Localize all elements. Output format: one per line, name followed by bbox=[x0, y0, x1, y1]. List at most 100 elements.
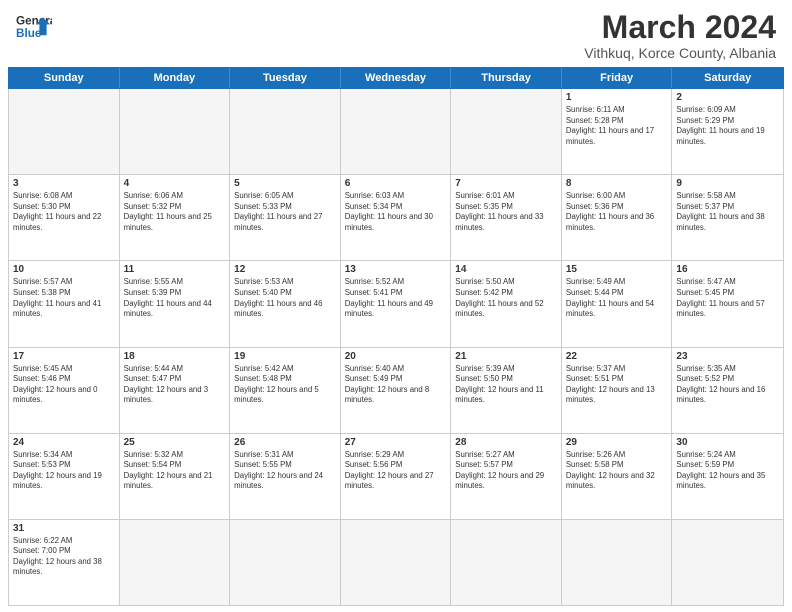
cell-w6-d4 bbox=[451, 520, 562, 605]
calendar: Sunday Monday Tuesday Wednesday Thursday… bbox=[0, 67, 792, 612]
day-info: Sunrise: 5:58 AMSunset: 5:37 PMDaylight:… bbox=[676, 191, 779, 233]
cell-w3-d0: 10Sunrise: 5:57 AMSunset: 5:38 PMDayligh… bbox=[9, 261, 120, 346]
cell-w4-d5: 22Sunrise: 5:37 AMSunset: 5:51 PMDayligh… bbox=[562, 348, 673, 433]
day-number: 22 bbox=[566, 351, 668, 362]
day-info: Sunrise: 5:49 AMSunset: 5:44 PMDaylight:… bbox=[566, 277, 668, 319]
cell-w1-d0 bbox=[9, 89, 120, 174]
day-info: Sunrise: 5:26 AMSunset: 5:58 PMDaylight:… bbox=[566, 450, 668, 492]
cell-w1-d2 bbox=[230, 89, 341, 174]
day-number: 19 bbox=[234, 351, 336, 362]
header-saturday: Saturday bbox=[672, 68, 783, 88]
day-info: Sunrise: 5:42 AMSunset: 5:48 PMDaylight:… bbox=[234, 364, 336, 406]
cell-w6-d5 bbox=[562, 520, 673, 605]
day-number: 10 bbox=[13, 264, 115, 275]
day-info: Sunrise: 6:11 AMSunset: 5:28 PMDaylight:… bbox=[566, 105, 668, 147]
cell-w1-d6: 2 Sunrise: 6:09 AMSunset: 5:29 PMDaylight… bbox=[672, 89, 783, 174]
day-number: 27 bbox=[345, 437, 447, 448]
cell-w6-d0: 31 Sunrise: 6:22 AMSunset: 7:00 PMDayligh… bbox=[9, 520, 120, 605]
day-info: Sunrise: 5:44 AMSunset: 5:47 PMDaylight:… bbox=[124, 364, 226, 406]
cell-w6-d3 bbox=[341, 520, 452, 605]
day-info: Sunrise: 6:06 AMSunset: 5:32 PMDaylight:… bbox=[124, 191, 226, 233]
week-row-4: 17 Sunrise: 5:45 AMSunset: 5:46 PMDayligh… bbox=[9, 348, 783, 434]
cell-w4-d4: 21 Sunrise: 5:39 AMSunset: 5:50 PMDayligh… bbox=[451, 348, 562, 433]
week-row-6: 31 Sunrise: 6:22 AMSunset: 7:00 PMDayligh… bbox=[9, 520, 783, 605]
day-info: Sunrise: 5:47 AMSunset: 5:45 PMDaylight:… bbox=[676, 277, 779, 319]
day-number: 14 bbox=[455, 264, 557, 275]
day-number: 1 bbox=[566, 92, 668, 103]
day-info: Sunrise: 6:22 AMSunset: 7:00 PMDaylight:… bbox=[13, 536, 115, 578]
day-number: 21 bbox=[455, 351, 557, 362]
title-block: March 2024 Vithkuq, Korce County, Albani… bbox=[584, 10, 776, 61]
calendar-body: 1 Sunrise: 6:11 AMSunset: 5:28 PMDaylight… bbox=[8, 89, 784, 606]
day-number: 31 bbox=[13, 523, 115, 534]
day-info: Sunrise: 5:55 AMSunset: 5:39 PMDaylight:… bbox=[124, 277, 226, 319]
cell-w1-d4 bbox=[451, 89, 562, 174]
day-number: 26 bbox=[234, 437, 336, 448]
cell-w2-d2: 5 Sunrise: 6:05 AMSunset: 5:33 PMDaylight… bbox=[230, 175, 341, 260]
cell-w5-d3: 27Sunrise: 5:29 AMSunset: 5:56 PMDayligh… bbox=[341, 434, 452, 519]
cell-w4-d2: 19 Sunrise: 5:42 AMSunset: 5:48 PMDayligh… bbox=[230, 348, 341, 433]
day-number: 8 bbox=[566, 178, 668, 189]
cell-w6-d2 bbox=[230, 520, 341, 605]
logo: General Blue bbox=[16, 10, 52, 46]
cell-w1-d3 bbox=[341, 89, 452, 174]
day-info: Sunrise: 5:27 AMSunset: 5:57 PMDaylight:… bbox=[455, 450, 557, 492]
day-number: 18 bbox=[124, 351, 226, 362]
day-number: 17 bbox=[13, 351, 115, 362]
day-info: Sunrise: 5:39 AMSunset: 5:50 PMDaylight:… bbox=[455, 364, 557, 406]
day-number: 13 bbox=[345, 264, 447, 275]
header: General Blue March 2024 Vithkuq, Korce C… bbox=[0, 0, 792, 67]
day-info: Sunrise: 6:05 AMSunset: 5:33 PMDaylight:… bbox=[234, 191, 336, 233]
day-number: 20 bbox=[345, 351, 447, 362]
cell-w3-d6: 16Sunrise: 5:47 AMSunset: 5:45 PMDayligh… bbox=[672, 261, 783, 346]
header-tuesday: Tuesday bbox=[230, 68, 341, 88]
cell-w3-d5: 15Sunrise: 5:49 AMSunset: 5:44 PMDayligh… bbox=[562, 261, 673, 346]
day-info: Sunrise: 5:35 AMSunset: 5:52 PMDaylight:… bbox=[676, 364, 779, 406]
month-title: March 2024 bbox=[584, 10, 776, 45]
cell-w5-d4: 28 Sunrise: 5:27 AMSunset: 5:57 PMDayligh… bbox=[451, 434, 562, 519]
header-sunday: Sunday bbox=[9, 68, 120, 88]
day-info: Sunrise: 5:40 AMSunset: 5:49 PMDaylight:… bbox=[345, 364, 447, 406]
svg-text:Blue: Blue bbox=[16, 27, 42, 40]
page: General Blue March 2024 Vithkuq, Korce C… bbox=[0, 0, 792, 612]
header-wednesday: Wednesday bbox=[341, 68, 452, 88]
day-info: Sunrise: 6:00 AMSunset: 5:36 PMDaylight:… bbox=[566, 191, 668, 233]
day-number: 25 bbox=[124, 437, 226, 448]
day-number: 23 bbox=[676, 351, 779, 362]
day-number: 2 bbox=[676, 92, 779, 103]
day-number: 5 bbox=[234, 178, 336, 189]
cell-w1-d1 bbox=[120, 89, 231, 174]
cell-w3-d1: 11Sunrise: 5:55 AMSunset: 5:39 PMDayligh… bbox=[120, 261, 231, 346]
cell-w4-d6: 23 Sunrise: 5:35 AMSunset: 5:52 PMDayligh… bbox=[672, 348, 783, 433]
day-number: 6 bbox=[345, 178, 447, 189]
day-number: 28 bbox=[455, 437, 557, 448]
day-info: Sunrise: 6:09 AMSunset: 5:29 PMDaylight:… bbox=[676, 105, 779, 147]
cell-w4-d3: 20 Sunrise: 5:40 AMSunset: 5:49 PMDayligh… bbox=[341, 348, 452, 433]
cell-w2-d4: 7 Sunrise: 6:01 AMSunset: 5:35 PMDaylight… bbox=[451, 175, 562, 260]
cell-w2-d1: 4Sunrise: 6:06 AMSunset: 5:32 PMDaylight… bbox=[120, 175, 231, 260]
day-number: 7 bbox=[455, 178, 557, 189]
cell-w5-d2: 26 Sunrise: 5:31 AMSunset: 5:55 PMDayligh… bbox=[230, 434, 341, 519]
day-info: Sunrise: 5:45 AMSunset: 5:46 PMDaylight:… bbox=[13, 364, 115, 406]
cell-w5-d6: 30Sunrise: 5:24 AMSunset: 5:59 PMDayligh… bbox=[672, 434, 783, 519]
day-info: Sunrise: 5:53 AMSunset: 5:40 PMDaylight:… bbox=[234, 277, 336, 319]
generalblue-logo-icon: General Blue bbox=[16, 10, 52, 46]
day-info: Sunrise: 5:31 AMSunset: 5:55 PMDaylight:… bbox=[234, 450, 336, 492]
cell-w4-d0: 17 Sunrise: 5:45 AMSunset: 5:46 PMDayligh… bbox=[9, 348, 120, 433]
day-info: Sunrise: 6:03 AMSunset: 5:34 PMDaylight:… bbox=[345, 191, 447, 233]
day-info: Sunrise: 5:52 AMSunset: 5:41 PMDaylight:… bbox=[345, 277, 447, 319]
week-row-2: 3Sunrise: 6:08 AMSunset: 5:30 PMDaylight… bbox=[9, 175, 783, 261]
cell-w3-d3: 13 Sunrise: 5:52 AMSunset: 5:41 PMDayligh… bbox=[341, 261, 452, 346]
day-info: Sunrise: 5:50 AMSunset: 5:42 PMDaylight:… bbox=[455, 277, 557, 319]
location-subtitle: Vithkuq, Korce County, Albania bbox=[584, 45, 776, 61]
cell-w5-d1: 25Sunrise: 5:32 AMSunset: 5:54 PMDayligh… bbox=[120, 434, 231, 519]
cell-w2-d3: 6 Sunrise: 6:03 AMSunset: 5:34 PMDaylight… bbox=[341, 175, 452, 260]
day-number: 9 bbox=[676, 178, 779, 189]
cell-w1-d5: 1 Sunrise: 6:11 AMSunset: 5:28 PMDaylight… bbox=[562, 89, 673, 174]
cell-w6-d6 bbox=[672, 520, 783, 605]
day-info: Sunrise: 6:01 AMSunset: 5:35 PMDaylight:… bbox=[455, 191, 557, 233]
day-number: 24 bbox=[13, 437, 115, 448]
cell-w6-d1 bbox=[120, 520, 231, 605]
week-row-5: 24Sunrise: 5:34 AMSunset: 5:53 PMDayligh… bbox=[9, 434, 783, 520]
week-row-3: 10Sunrise: 5:57 AMSunset: 5:38 PMDayligh… bbox=[9, 261, 783, 347]
